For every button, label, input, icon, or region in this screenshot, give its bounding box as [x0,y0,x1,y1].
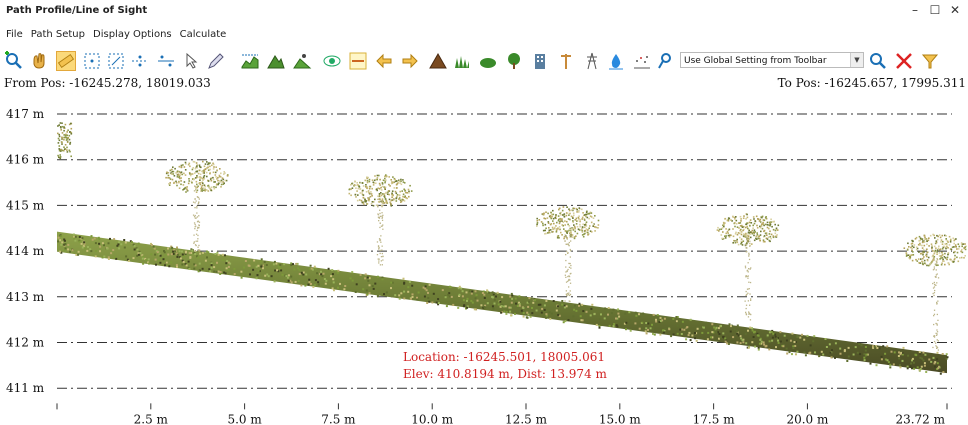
elevation-readout: Elev: 410.8194 m, Dist: 13.974 m [403,367,608,381]
terrain-chart-icon[interactable] [240,51,260,71]
ruler-icon[interactable] [56,51,76,71]
terrain-peak-icon[interactable] [266,51,286,71]
to-position: To Pos: -16245.657, 17995.311 [777,76,966,90]
terrain-setting-dropdown[interactable]: Use Global Setting from Toolbar ▼ [680,52,864,68]
points-spread-icon[interactable] [156,51,176,71]
pole-icon[interactable] [556,51,576,71]
x-tick-label: 12.5 m [505,412,548,425]
from-position: From Pos: -16245.278, 18019.033 [4,76,211,90]
y-tick-label: 414 m [6,244,45,258]
x-tick-label: 17.5 m [693,412,736,425]
y-tick-label: 417 m [6,107,45,121]
x-tick-label: 23.72 m [895,412,945,425]
tree-canopy [165,160,229,252]
grid-dots-icon[interactable] [82,51,102,71]
zoom-add-icon[interactable] [4,51,24,71]
y-tick-label: 416 m [6,153,45,167]
arrow-left-icon[interactable] [374,51,394,71]
bush-icon[interactable] [478,51,498,71]
menu-display-options[interactable]: Display Options [93,29,172,40]
menu-bar: File Path Setup Display Options Calculat… [0,24,968,44]
location-readout: Location: -16245.501, 18005.061 [403,350,605,364]
mountain-icon[interactable] [428,51,448,71]
x-tick-label: 2.5 m [134,412,169,425]
edge-vegetation [57,122,73,160]
water-icon[interactable] [606,51,626,71]
arrow-right-icon[interactable] [400,51,420,71]
minimize-button[interactable]: – [906,3,924,17]
y-tick-label: 412 m [6,336,45,350]
select-arrow-icon[interactable] [182,51,202,71]
pencil-icon[interactable] [206,51,226,71]
dots-ground-icon[interactable] [632,51,652,71]
terrain-walk-icon[interactable] [292,51,312,71]
chevron-down-icon[interactable]: ▼ [850,53,863,67]
menu-file[interactable]: File [6,29,23,40]
title-bar: Path Profile/Line of Sight – ☐ ✕ [0,0,968,24]
menu-calculate[interactable]: Calculate [180,29,227,40]
cancel-x-icon[interactable] [894,51,914,71]
grid-snap-icon[interactable] [106,51,126,71]
menu-path-setup[interactable]: Path Setup [31,29,85,40]
x-tick-label: 15.0 m [599,412,642,425]
hand-pan-icon[interactable] [30,51,50,71]
grass-icon[interactable] [452,51,472,71]
tree-canopy [536,206,600,302]
x-tick-label: 20.0 m [786,412,829,425]
tree-canopy [716,213,780,321]
filter-funnel-icon[interactable] [920,51,940,71]
tree-canopy [348,174,413,266]
zoom-fit-icon[interactable] [868,51,888,71]
pin-icon[interactable] [656,51,676,71]
building-icon[interactable] [530,51,550,71]
y-tick-label: 411 m [6,381,45,395]
window-title: Path Profile/Line of Sight [6,5,148,16]
path-profile-chart[interactable]: 417 m 416 m 415 m 414 m 413 m 412 m 411 m 2.5 m… [0,92,968,425]
tower-icon[interactable] [582,51,602,71]
maximize-button[interactable]: ☐ [926,3,944,17]
close-button[interactable]: ✕ [946,3,964,17]
y-tick-label: 413 m [6,290,45,304]
x-tick-label: 5.0 m [227,412,262,425]
y-tick-label: 415 m [6,198,45,212]
tree-icon[interactable] [504,51,524,71]
points-line-icon[interactable] [130,51,150,71]
eye-view-icon[interactable] [322,51,342,71]
swap-ends-icon[interactable] [348,51,368,71]
tree-canopy [903,233,967,351]
dropdown-value: Use Global Setting from Toolbar [684,56,827,66]
x-tick-label: 7.5 m [321,412,356,425]
x-tick-label: 10.0 m [411,412,454,425]
